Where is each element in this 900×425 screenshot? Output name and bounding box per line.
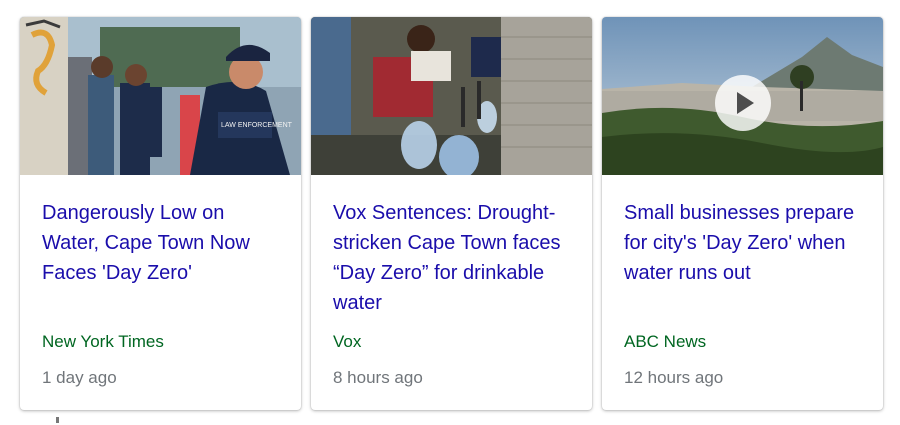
news-timestamp: 8 hours ago	[333, 368, 423, 387]
photo-water-collection-icon	[311, 17, 592, 175]
news-headline[interactable]: Dangerously Low on Water, Cape Town Now …	[42, 198, 285, 288]
news-card-nyt[interactable]: LAW ENFORCEMENT Dangerously Low on Water…	[20, 17, 301, 410]
news-headline[interactable]: Small businesses prepare for city's 'Day…	[624, 198, 867, 288]
play-video-button[interactable]	[715, 75, 771, 131]
news-card-vox[interactable]: Vox Sentences: Drought-stricken Cape Tow…	[311, 17, 592, 410]
news-card-abc[interactable]: Small businesses prepare for city's 'Day…	[602, 17, 883, 410]
news-timestamp: 12 hours ago	[624, 368, 724, 387]
news-thumbnail[interactable]	[602, 17, 883, 175]
play-icon	[737, 92, 754, 114]
photo-police-officers-street-icon: LAW ENFORCEMENT	[20, 17, 301, 175]
news-timestamp: 1 day ago	[42, 368, 117, 387]
svg-text:LAW ENFORCEMENT: LAW ENFORCEMENT	[221, 122, 293, 129]
news-headline[interactable]: Vox Sentences: Drought-stricken Cape Tow…	[333, 198, 576, 318]
news-source: New York Times	[42, 332, 164, 351]
top-stories-carousel: LAW ENFORCEMENT Dangerously Low on Water…	[20, 17, 883, 410]
page-mark	[56, 417, 59, 423]
news-thumbnail[interactable]: LAW ENFORCEMENT	[20, 17, 301, 175]
news-thumbnail[interactable]	[311, 17, 592, 175]
news-source: Vox	[333, 332, 362, 351]
news-source: ABC News	[624, 332, 707, 351]
